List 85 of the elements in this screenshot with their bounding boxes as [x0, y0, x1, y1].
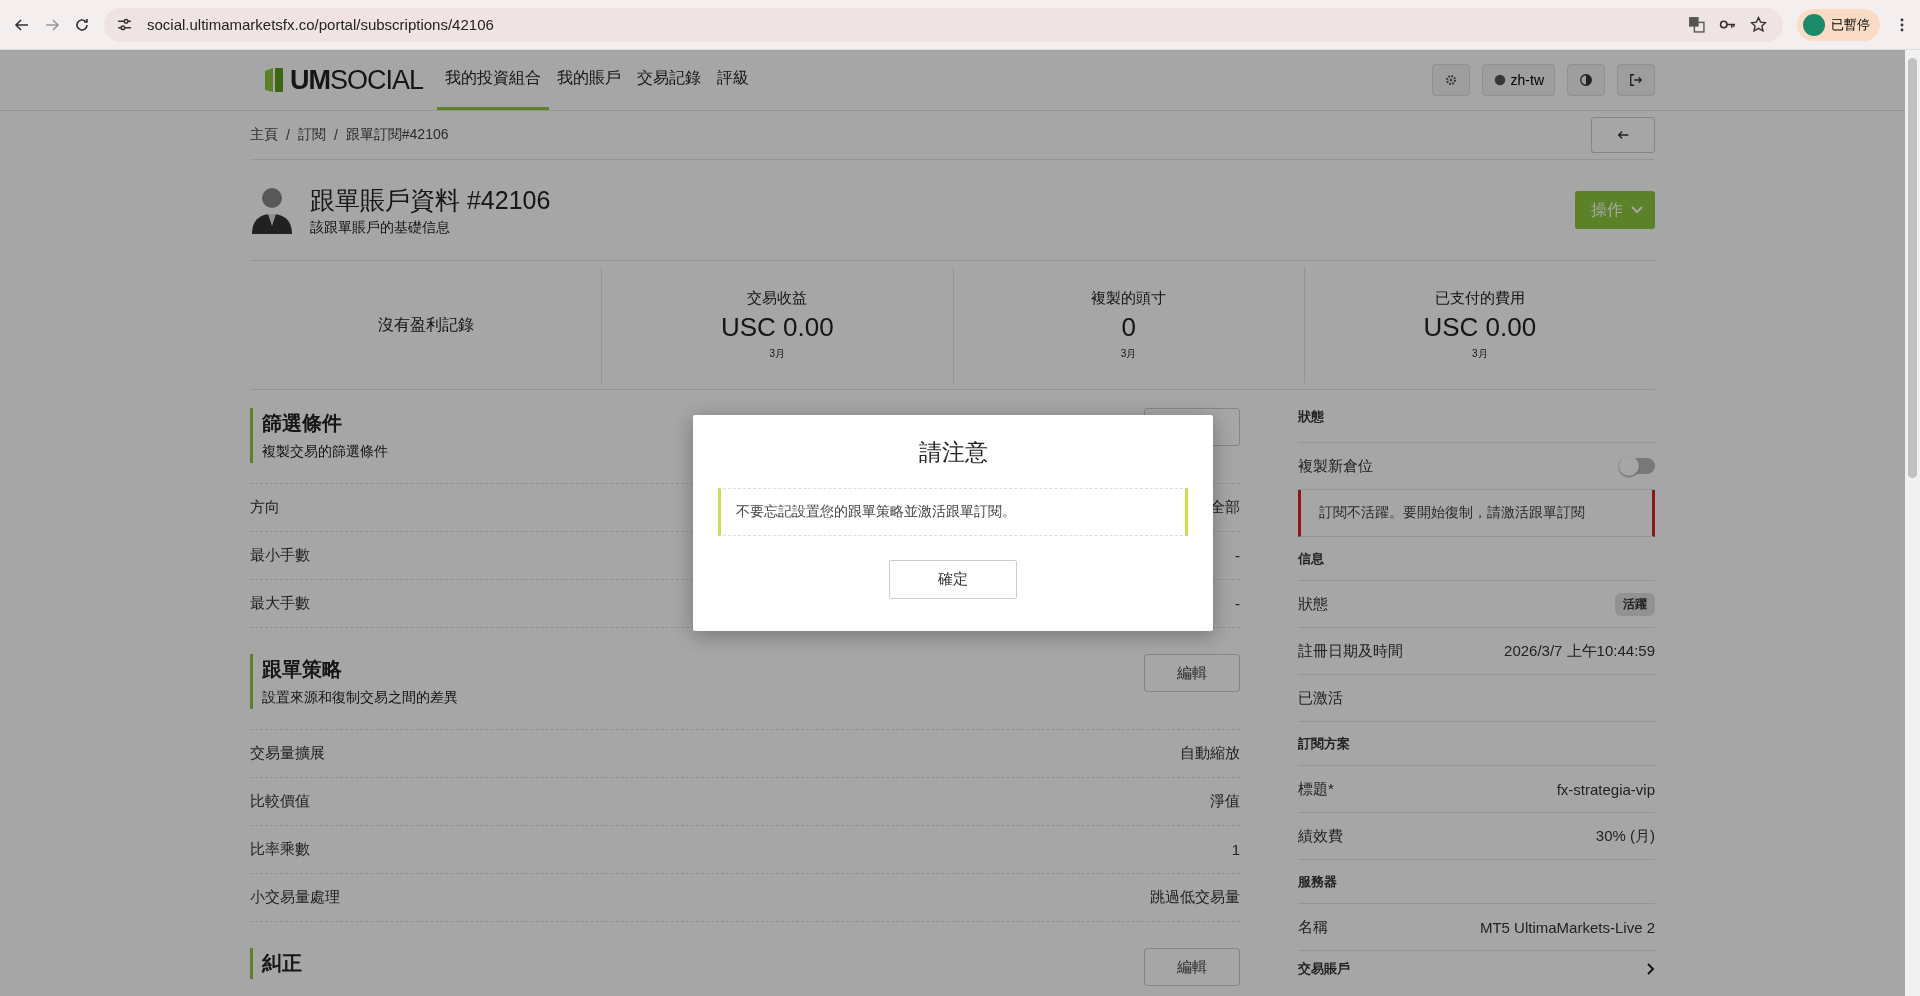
field-value: 30% (月) [1595, 826, 1655, 846]
logo-icon [265, 67, 285, 93]
nav-tab[interactable]: 我的賬戶 [549, 50, 630, 110]
stat-period: 3月 [769, 347, 786, 361]
dialog-message: 不要忘記設置您的跟單策略並激活跟單訂閱。 [718, 488, 1188, 536]
section-title: 跟單策略 [262, 657, 343, 682]
field-value: MT5 UltimaMarkets-Live 2 [1479, 918, 1655, 936]
field-value: 2026/3/7 上午10:44:59 [1504, 641, 1655, 661]
language-button[interactable]: zh-tw [1481, 64, 1555, 96]
field-value: 自動縮放 [1180, 744, 1240, 763]
breadcrumb-link[interactable]: 訂閱 [297, 126, 326, 144]
address-bar[interactable]: social.ultimamarketsfx.co/portal/subscriptions/42106 [104, 7, 1783, 42]
section-subtitle: 設置來源和復制交易之間的差異 [262, 689, 458, 707]
field-label: 註冊日期及時間 [1298, 641, 1403, 661]
status-badge: 活躍 [1615, 592, 1655, 616]
logout-button[interactable] [1617, 64, 1655, 96]
settings-button[interactable] [1431, 64, 1470, 96]
stat-label: 交易收益 [747, 289, 808, 308]
toggle-switch[interactable] [1619, 458, 1655, 474]
url-text: social.ultimamarketsfx.co/portal/subscriptions/42106 [147, 16, 494, 33]
breadcrumb-link[interactable]: 跟單訂閱#42106 [345, 126, 449, 144]
page-subtitle: 該跟單賬戶的基礎信息 [310, 218, 451, 237]
breadcrumb-link[interactable]: 主頁 [250, 126, 278, 144]
nav-tab[interactable]: 評級 [709, 50, 758, 110]
stat-period: 3月 [1472, 347, 1488, 361]
nav-tab[interactable]: 交易記錄 [629, 50, 710, 110]
back-icon[interactable] [14, 16, 30, 33]
field-label: 交易量擴展 [250, 744, 325, 763]
section-title: 篩選條件 [262, 411, 343, 436]
field-label: 方向 [250, 498, 280, 517]
field-label: 狀態 [1298, 594, 1328, 614]
arrow-left-icon [1616, 128, 1630, 142]
settings-icon [1443, 73, 1458, 87]
field-label: 比較價值 [250, 792, 310, 811]
reload-icon[interactable] [74, 16, 90, 33]
field-label: 標題* [1298, 779, 1334, 799]
logo-text: UMSOCIAL [290, 64, 424, 96]
breadcrumb-separator: / [333, 127, 338, 143]
section-title: 糾正 [262, 951, 302, 976]
field-label: 最小手數 [250, 546, 310, 565]
field-label: 已激活 [1298, 688, 1343, 708]
avatar-icon [1803, 13, 1825, 36]
field-label: 名稱 [1298, 917, 1328, 937]
stat-value: USC 0.00 [721, 312, 834, 343]
user-silhouette-icon [250, 186, 294, 234]
chevron-right-icon[interactable] [1647, 963, 1655, 975]
profile-button[interactable]: 已暫停 [1797, 8, 1880, 41]
stat-label: 複製的頭寸 [1091, 289, 1167, 308]
confirm-button[interactable]: 確定 [889, 560, 1017, 599]
dialog-title: 請注意 [918, 438, 988, 467]
star-icon[interactable] [1750, 16, 1767, 33]
stat-empty-text: 沒有盈利記錄 [377, 314, 474, 335]
field-label: 比率乘數 [250, 840, 310, 859]
field-label: 小交易量處理 [250, 888, 340, 907]
stat-value: 0 [1121, 312, 1136, 343]
contrast-icon [1579, 73, 1593, 87]
chevron-down-icon [1631, 206, 1643, 214]
edit-button[interactable]: 編輯 [1144, 948, 1240, 986]
panel-heading: 服務器 [1298, 872, 1337, 891]
breadcrumb-separator: / [286, 127, 290, 143]
field-label: 績效費 [1298, 826, 1343, 846]
field-value: - [1235, 547, 1240, 564]
panel-heading: 信息 [1298, 549, 1324, 568]
site-settings-icon[interactable] [116, 16, 133, 33]
field-value: 1 [1231, 841, 1240, 858]
field-label: 複製新倉位 [1298, 456, 1373, 476]
stat-label: 已支付的費用 [1434, 289, 1525, 308]
stat-period: 3月 [1120, 347, 1137, 361]
field-value: 淨值 [1210, 792, 1240, 811]
field-value: - [1235, 595, 1240, 612]
edit-button[interactable]: 編輯 [1144, 654, 1240, 692]
section-subtitle: 複製交易的篩選條件 [262, 443, 388, 461]
theme-button[interactable] [1567, 64, 1605, 96]
panel-heading: 訂閱方案 [1298, 734, 1350, 753]
logout-icon [1629, 73, 1643, 87]
page-title: 跟單賬戶資料 #42106 [310, 184, 551, 216]
nav-tab[interactable]: 我的投資組合 [437, 50, 550, 110]
stat-value: USC 0.00 [1423, 312, 1537, 343]
alert-message: 訂閱不活躍。要開始復制，請激活跟單訂閱 [1298, 490, 1655, 537]
field-value: 跳過低交易量 [1150, 888, 1240, 907]
field-value: fx-strategia-vip [1556, 780, 1655, 798]
field-label: 最大手數 [250, 594, 310, 613]
panel-heading: 交易賬戶 [1298, 960, 1350, 978]
panel-heading: 狀態 [1298, 408, 1324, 426]
scrollbar-thumb[interactable] [1908, 58, 1917, 478]
